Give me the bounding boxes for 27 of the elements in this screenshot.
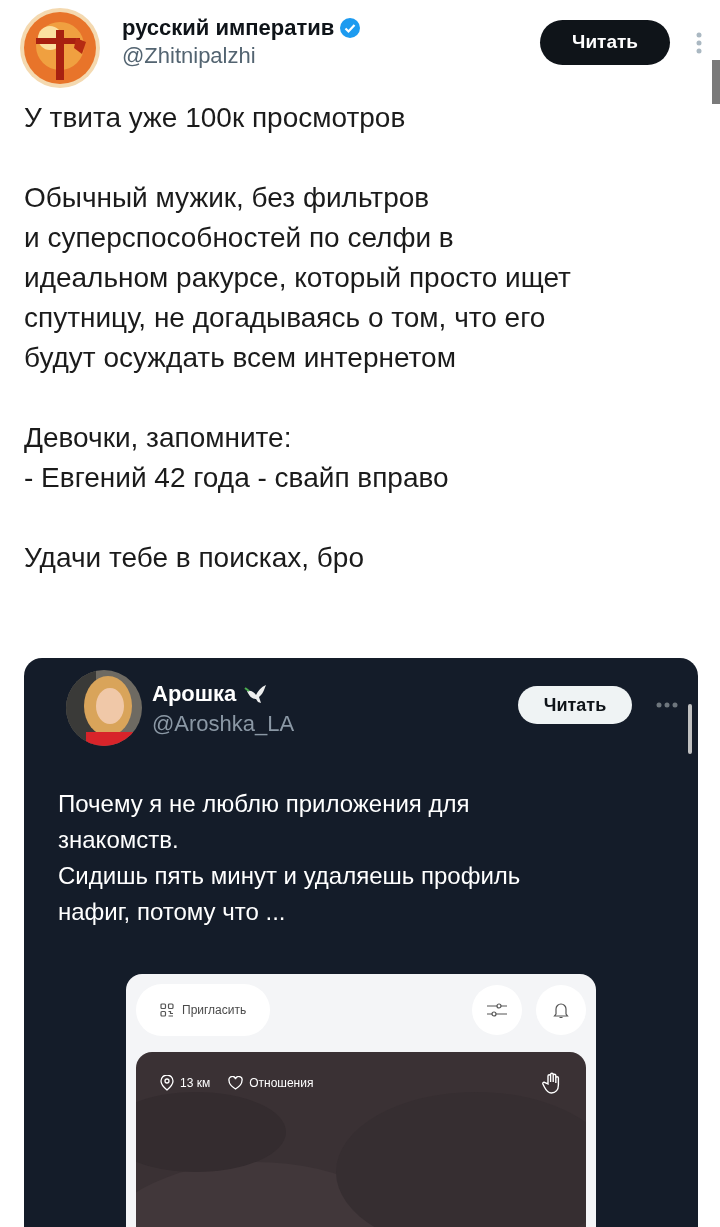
scrollbar[interactable] (712, 60, 720, 104)
invite-button[interactable]: Пригласить (136, 984, 271, 1036)
sliders-icon (486, 1003, 508, 1017)
tweet-paragraph: Обычный мужик, без фильтров и суперспособностей по селфи в идеальном ракурсе, который просто ищет спутницу, не догадываясь о том, что его будут осуждать всем интернетом (24, 181, 572, 375)
tweet-paragraph: Удачи тебе в поисках, бро (24, 541, 365, 575)
bell-icon (553, 1001, 569, 1019)
qr-code-icon (160, 1003, 174, 1017)
author-handle[interactable]: @Zhitnipalzhi (122, 42, 540, 70)
tweet-paragraph: Девочки, запомните: - Евгений 42 года - свайп вправо (24, 421, 450, 495)
heart-icon (228, 1076, 244, 1090)
relationship-goal-label: Отношения (249, 1075, 314, 1092)
tweet-paragraph: У твита уже 100к просмотров (24, 101, 407, 135)
location-pin-icon (160, 1075, 174, 1091)
more-icon[interactable] (656, 702, 678, 708)
scrollbar[interactable] (688, 704, 692, 754)
hand-icon[interactable] (542, 1072, 562, 1094)
filters-button[interactable] (472, 985, 522, 1035)
distance-label: 13 км (180, 1075, 211, 1092)
quoted-author-name[interactable]: Арошка (152, 680, 237, 708)
follow-button[interactable]: Читать (518, 686, 632, 724)
notifications-button[interactable] (536, 985, 586, 1035)
dove-icon (244, 683, 269, 705)
quoted-author-handle[interactable]: @Aroshka_LA (152, 710, 518, 738)
follow-button[interactable]: Читать (540, 20, 670, 65)
more-icon[interactable] (696, 32, 702, 54)
quoted-text: Почему я не люблю приложения для знакомств. Сидишь пять минут и удаляешь профиль нафиг, потому что ... (57, 789, 522, 927)
author-name[interactable]: русский императив (122, 14, 335, 42)
